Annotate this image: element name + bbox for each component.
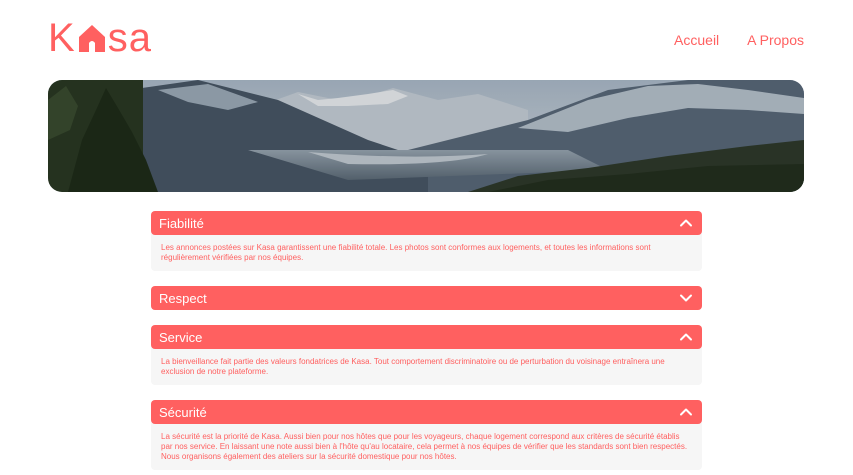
mountain-landscape-image — [48, 80, 804, 192]
collapse-body: Les annonces postées sur Kasa garantisse… — [151, 231, 702, 271]
collapse-text: Les annonces postées sur Kasa garantisse… — [161, 243, 651, 262]
collapse-header[interactable]: Service — [151, 325, 702, 349]
kasa-logo[interactable]: K sa — [48, 18, 152, 58]
chevron-up-icon[interactable] — [679, 216, 693, 230]
header: K sa Accueil A Propos — [0, 0, 853, 80]
collapse-list: Fiabilité Les annonces postées sur Kasa … — [151, 211, 702, 475]
collapse-title: Fiabilité — [159, 215, 204, 231]
collapse-body: La sécurité est la priorité de Kasa. Aus… — [151, 420, 702, 470]
collapse-text: La sécurité est la priorité de Kasa. Aus… — [161, 432, 688, 461]
collapse-service: Service La bienveillance fait partie des… — [151, 325, 702, 385]
collapse-title: Respect — [159, 290, 207, 306]
collapse-respect: Respect — [151, 286, 702, 310]
collapse-title: Sécurité — [159, 404, 207, 420]
collapse-body: La bienveillance fait partie des valeurs… — [151, 345, 702, 385]
collapse-header[interactable]: Fiabilité — [151, 211, 702, 235]
collapse-title: Service — [159, 329, 203, 345]
main-nav: Accueil A Propos — [674, 32, 804, 48]
collapse-header[interactable]: Sécurité — [151, 400, 702, 424]
collapse-text: La bienveillance fait partie des valeurs… — [161, 357, 665, 376]
banner-image — [48, 80, 804, 192]
collapse-fiabilite: Fiabilité Les annonces postées sur Kasa … — [151, 211, 702, 271]
house-icon — [78, 25, 105, 52]
logo-letter-k: K — [48, 16, 76, 60]
nav-link-a-propos[interactable]: A Propos — [747, 32, 804, 48]
chevron-up-icon[interactable] — [679, 405, 693, 419]
nav-link-accueil[interactable]: Accueil — [674, 32, 719, 48]
logo-letters-sa: sa — [107, 16, 152, 60]
chevron-up-icon[interactable] — [679, 330, 693, 344]
chevron-down-icon[interactable] — [679, 291, 693, 305]
collapse-securite: Sécurité La sécurité est la priorité de … — [151, 400, 702, 470]
collapse-header[interactable]: Respect — [151, 286, 702, 310]
